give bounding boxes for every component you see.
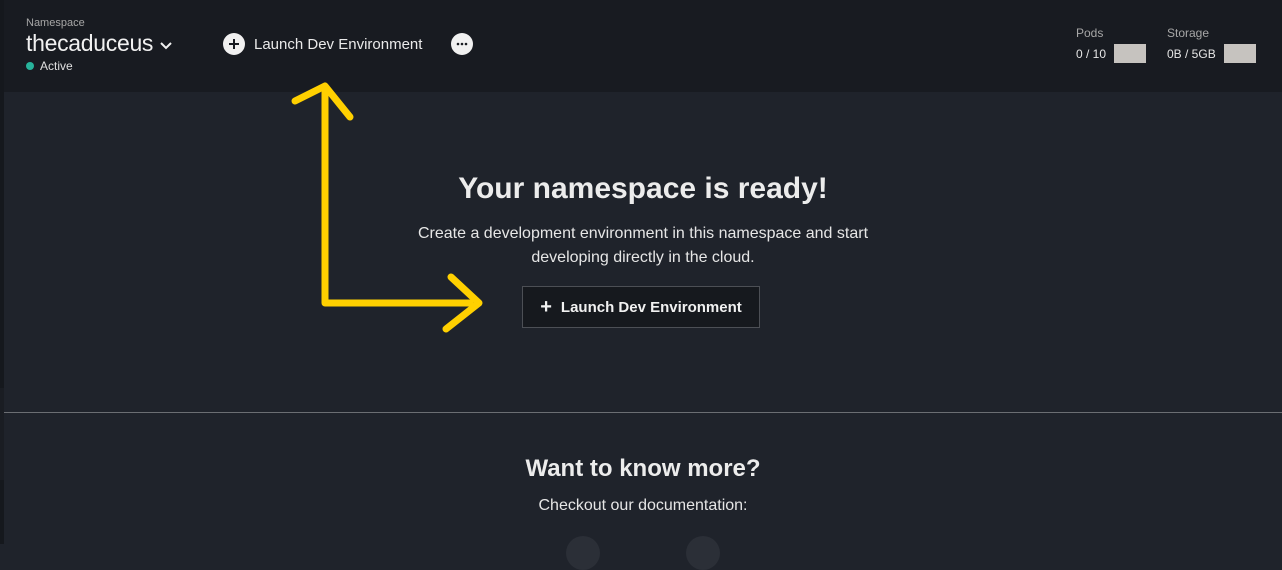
launch-button-label: Launch Dev Environment: [560, 298, 742, 316]
plus-icon: +: [540, 296, 552, 318]
more-options-button[interactable]: [451, 33, 473, 55]
namespace-status: Active: [26, 59, 73, 73]
ellipsis-icon: [456, 42, 468, 46]
hero-description: Create a development environment in this…: [417, 225, 869, 266]
documentation-subtitle: Checkout our documentation:: [538, 497, 748, 514]
section-divider: [4, 412, 1282, 413]
pods-metric: Pods 0 / 10: [1076, 26, 1147, 63]
namespace-ready-section: Your namespace is ready! Create a develo…: [4, 92, 1282, 412]
storage-label: Storage: [1167, 26, 1210, 40]
storage-usage-bar: [1223, 44, 1256, 63]
pods-label: Pods: [1076, 26, 1104, 40]
pods-value: 0 / 10: [1076, 46, 1107, 61]
top-header: Namespace thecaduceus Active Launch Dev …: [4, 0, 1282, 92]
storage-value: 0B / 5GB: [1167, 46, 1216, 61]
chevron-down-icon: [159, 41, 173, 51]
hero-title: Your namespace is ready!: [458, 172, 828, 205]
launch-dev-environment-header-button[interactable]: Launch Dev Environment: [223, 33, 422, 55]
more-info-title: Want to know more?: [525, 455, 761, 482]
launch-button-label: Launch Dev Environment: [254, 35, 423, 53]
status-text: Active: [40, 59, 73, 73]
namespace-selector[interactable]: thecaduceus: [26, 30, 173, 57]
launch-dev-environment-button[interactable]: + Launch Dev Environment: [522, 286, 760, 328]
status-dot-icon: [26, 62, 34, 70]
documentation-link-icon[interactable]: [566, 536, 600, 570]
plus-circle-icon: [223, 33, 245, 55]
namespace-label: Namespace: [26, 17, 85, 29]
pods-usage-bar: [1114, 44, 1147, 63]
namespace-name: thecaduceus: [26, 30, 154, 56]
storage-metric: Storage 0B / 5GB: [1167, 26, 1256, 63]
documentation-link-icon[interactable]: [686, 536, 720, 570]
